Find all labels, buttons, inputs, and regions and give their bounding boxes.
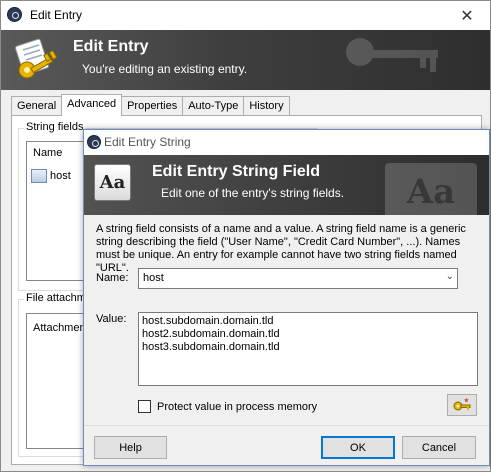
cancel-button[interactable]: Cancel [402,436,476,459]
edit-entry-titlebar: Edit Entry ✕ [1,1,490,30]
tab-advanced[interactable]: Advanced [61,94,123,116]
close-icon[interactable]: ✕ [444,1,490,30]
dialog-title: Edit Entry String [104,135,191,149]
tab-auto-type[interactable]: Auto-Type [182,96,245,116]
key-watermark-icon [330,32,450,90]
value-textarea[interactable]: host.subdomain.domain.tld host2.subdomai… [138,312,478,386]
dialog-banner-title: Edit Entry String Field [152,163,321,180]
list-column-name[interactable]: Name [33,147,62,159]
value-label: Value: [96,313,127,325]
list-item-label: host [50,170,71,182]
protect-value-label[interactable]: Protect value in process memory [157,401,317,413]
password-generator-button[interactable] [447,394,477,416]
window-title: Edit Entry [30,8,83,22]
name-value: host [143,272,164,284]
string-fields-list[interactable]: Name host [26,141,86,281]
name-combobox[interactable]: host ⌄ [138,268,458,289]
dialog-banner: Aa Aa Edit Entry String Field Edit one o… [84,155,489,215]
tab-strip: General Advanced Properties Auto-Type Hi… [11,94,290,116]
dialog-separator [84,425,489,426]
string-fields-legend: String fields [24,121,86,133]
tab-properties[interactable]: Properties [121,96,184,116]
keepass-lock-icon [7,7,22,22]
dialog-banner-subtitle: Edit one of the entry's string fields. [161,186,345,200]
protect-value-checkbox[interactable] [138,400,151,413]
chevron-down-icon[interactable]: ⌄ [446,271,454,282]
text-watermark-icon: Aa [385,163,477,215]
text-field-icon: Aa [94,164,131,201]
value-line: host2.subdomain.domain.tld [142,328,280,340]
tab-history[interactable]: History [243,96,290,116]
file-attachments-legend: File attachm [24,292,88,304]
edit-entry-string-dialog: Edit Entry String Aa Aa Edit Entry Strin… [83,129,490,466]
string-field-icon [31,169,47,183]
keepass-lock-icon [87,135,101,149]
banner-title: Edit Entry [73,38,149,55]
protect-value-row[interactable]: Protect value in process memory [138,400,317,413]
help-button[interactable]: Help [94,436,167,459]
list-item[interactable]: host [31,169,71,183]
name-label: Name: [96,272,129,284]
ok-button[interactable]: OK [321,436,395,459]
dialog-titlebar: Edit Entry String [84,130,489,155]
attachments-column[interactable]: Attachmen [33,322,86,334]
value-line: host3.subdomain.domain.tld [142,341,280,353]
attachments-list[interactable]: Attachmen [26,313,86,449]
key-icon [11,36,59,84]
value-line: host.subdomain.domain.tld [142,315,274,327]
key-sparkle-icon [453,397,471,411]
banner-subtitle: You're editing an existing entry. [82,62,248,76]
edit-entry-banner: Edit Entry You're editing an existing en… [1,30,490,90]
tab-general[interactable]: General [11,96,63,116]
